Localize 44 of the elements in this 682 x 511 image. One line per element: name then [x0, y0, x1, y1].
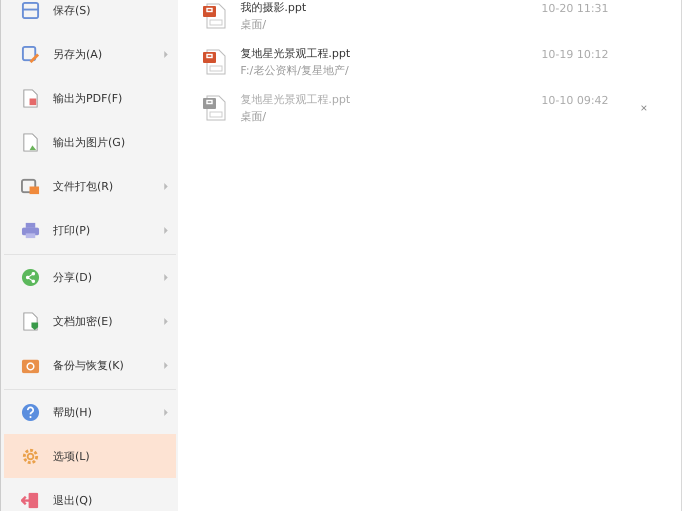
file-time: 10-20 11:31 — [541, 2, 609, 14]
presentation-file-icon — [203, 49, 228, 75]
submenu-arrow-icon — [164, 182, 168, 190]
submenu-arrow-icon — [164, 50, 168, 58]
share-icon — [21, 268, 40, 286]
file-path: 桌面/ — [240, 109, 268, 124]
menu-item[interactable]: 退出(Q) — [4, 478, 176, 511]
presentation-file-icon — [203, 3, 228, 29]
menu-item[interactable]: 另存为(A) — [4, 32, 176, 76]
file-path: F:/老公资料/复星地产/ — [240, 63, 350, 78]
file-time: 10-10 09:42 — [541, 94, 609, 106]
recent-file-item[interactable]: 复地星光景观工程.ppt F:/老公资料/复星地产/ 10-19 10:12 — [203, 40, 644, 84]
presentation-file-icon — [203, 95, 228, 121]
menu-item[interactable]: 选项(L) — [4, 434, 176, 478]
image-icon — [21, 132, 40, 152]
submenu-arrow-icon — [164, 274, 168, 280]
file-name: 我的摄影.ppt — [240, 0, 308, 15]
save-icon — [21, 0, 40, 20]
submenu-arrow-icon — [164, 408, 168, 416]
exit-icon — [21, 490, 40, 510]
file-name: 复地星光景观工程.ppt — [240, 46, 352, 61]
pack-icon — [21, 176, 40, 196]
file-time: 10-19 10:12 — [541, 48, 609, 60]
menu-item[interactable]: 输出为PDF(F) — [4, 76, 176, 120]
menu-item[interactable]: 打印(P) — [4, 208, 176, 255]
submenu-arrow-icon — [164, 226, 168, 234]
file-name: 复地星光景观工程.ppt — [240, 92, 352, 107]
menu-item[interactable]: 文件打包(R) — [4, 164, 176, 208]
menu-item[interactable]: 备份与恢复(K) — [4, 343, 176, 390]
menu-item[interactable]: 输出为图片(G) — [4, 120, 176, 164]
file-path: 桌面/ — [240, 17, 268, 32]
menu-item[interactable]: 帮助(H) — [4, 390, 176, 434]
menu-item[interactable]: 分享(D) — [4, 255, 176, 299]
menu-item[interactable]: 保存(S) — [4, 0, 176, 32]
submenu-arrow-icon — [164, 318, 168, 324]
menu-item[interactable]: 文档加密(E) — [4, 299, 176, 343]
help-icon — [21, 402, 40, 422]
submenu-arrow-icon — [164, 362, 168, 368]
options-icon — [21, 446, 40, 466]
encrypt-icon — [21, 312, 40, 330]
print-icon — [21, 220, 40, 240]
recent-file-item[interactable]: 我的摄影.ppt 桌面/ 10-20 11:31 — [203, 0, 644, 38]
pdf-icon — [21, 88, 40, 108]
save-as-icon — [21, 44, 40, 64]
